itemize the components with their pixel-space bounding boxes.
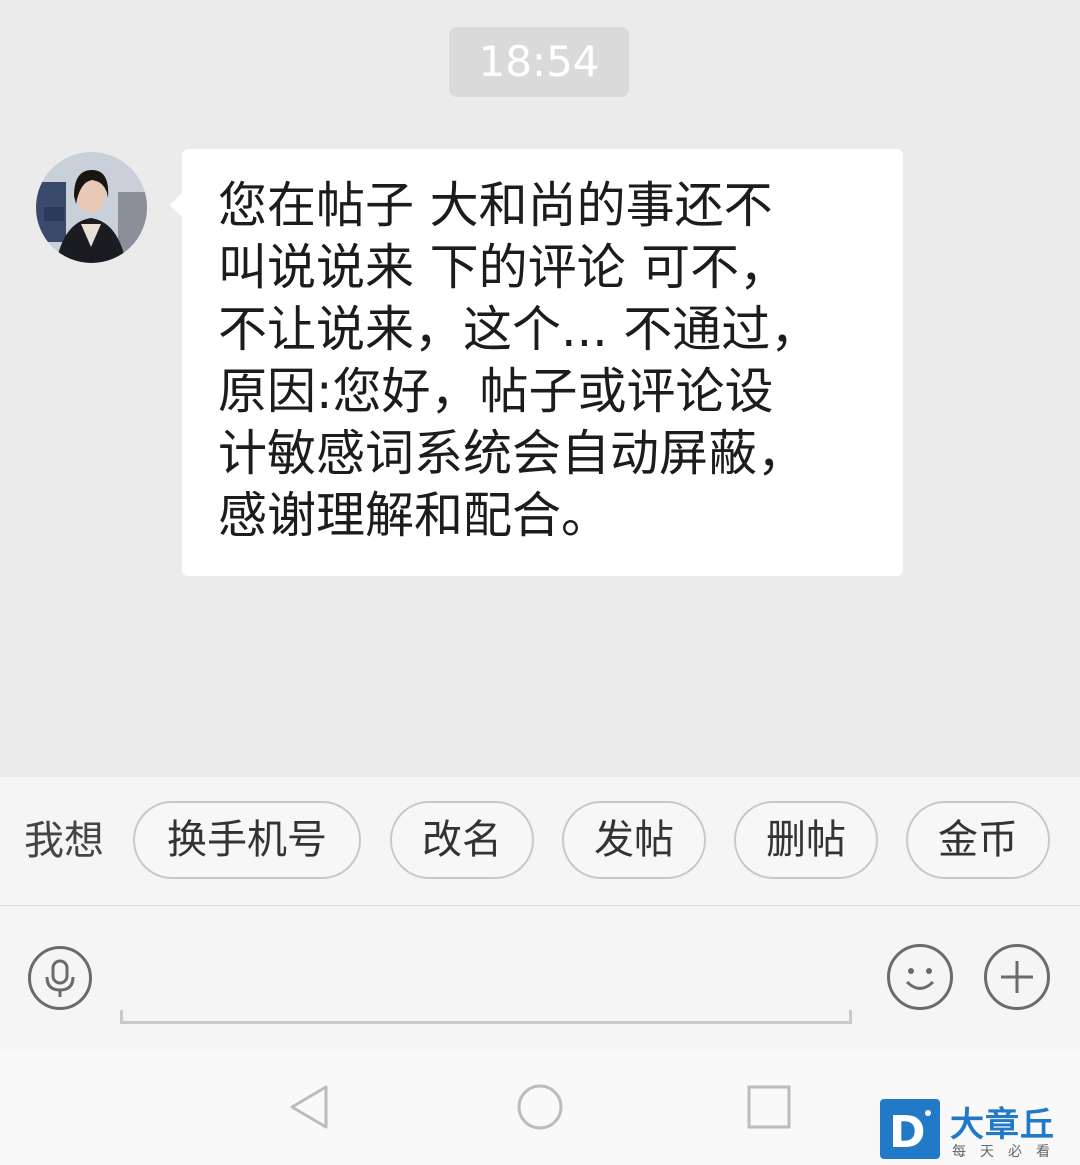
message-bubble[interactable]: 您在帖子 大和尚的事还不 叫说说来 下的评论 可不， 不让说来，这个... 不通… xyxy=(170,149,903,576)
back-icon[interactable] xyxy=(284,1079,340,1135)
quick-reply-label: 我想 xyxy=(24,818,104,864)
svg-text:D: D xyxy=(889,1107,926,1158)
home-icon[interactable] xyxy=(512,1079,568,1135)
message-timestamp: 18:54 xyxy=(449,27,629,97)
bubble-tail xyxy=(170,193,182,217)
watermark-subtitle: 每天必看 xyxy=(952,1144,1064,1160)
quick-reply-rename[interactable]: 改名 xyxy=(390,801,534,879)
quick-reply-delete-post[interactable]: 删帖 xyxy=(734,801,878,879)
sender-avatar[interactable] xyxy=(36,152,147,263)
quick-reply-bar: 我想 换手机号 改名 发帖 删帖 金币 xyxy=(0,777,1080,906)
chat-area: 18:54 您在帖子 大和尚的事还不 叫说说来 下的评论 可不， 不让说来，这个… xyxy=(0,0,1080,777)
message-input[interactable] xyxy=(120,1010,852,1024)
quick-reply-coins[interactable]: 金币 xyxy=(906,801,1050,879)
message-text: 您在帖子 大和尚的事还不 叫说说来 下的评论 可不， 不让说来，这个... 不通… xyxy=(218,177,820,544)
emoji-icon[interactable] xyxy=(887,944,953,1010)
recents-icon[interactable] xyxy=(741,1079,797,1135)
watermark-title: 大章丘 xyxy=(950,1105,1055,1145)
plus-icon[interactable] xyxy=(984,944,1050,1010)
watermark: D 大章丘 每天必看 xyxy=(880,1099,1080,1165)
quick-reply-change-phone[interactable]: 换手机号 xyxy=(133,801,361,879)
input-bar xyxy=(0,906,1080,1049)
watermark-logo-icon: D xyxy=(880,1099,940,1159)
quick-reply-post[interactable]: 发帖 xyxy=(562,801,706,879)
microphone-icon[interactable] xyxy=(28,946,92,1010)
avatar-photo xyxy=(36,152,147,263)
